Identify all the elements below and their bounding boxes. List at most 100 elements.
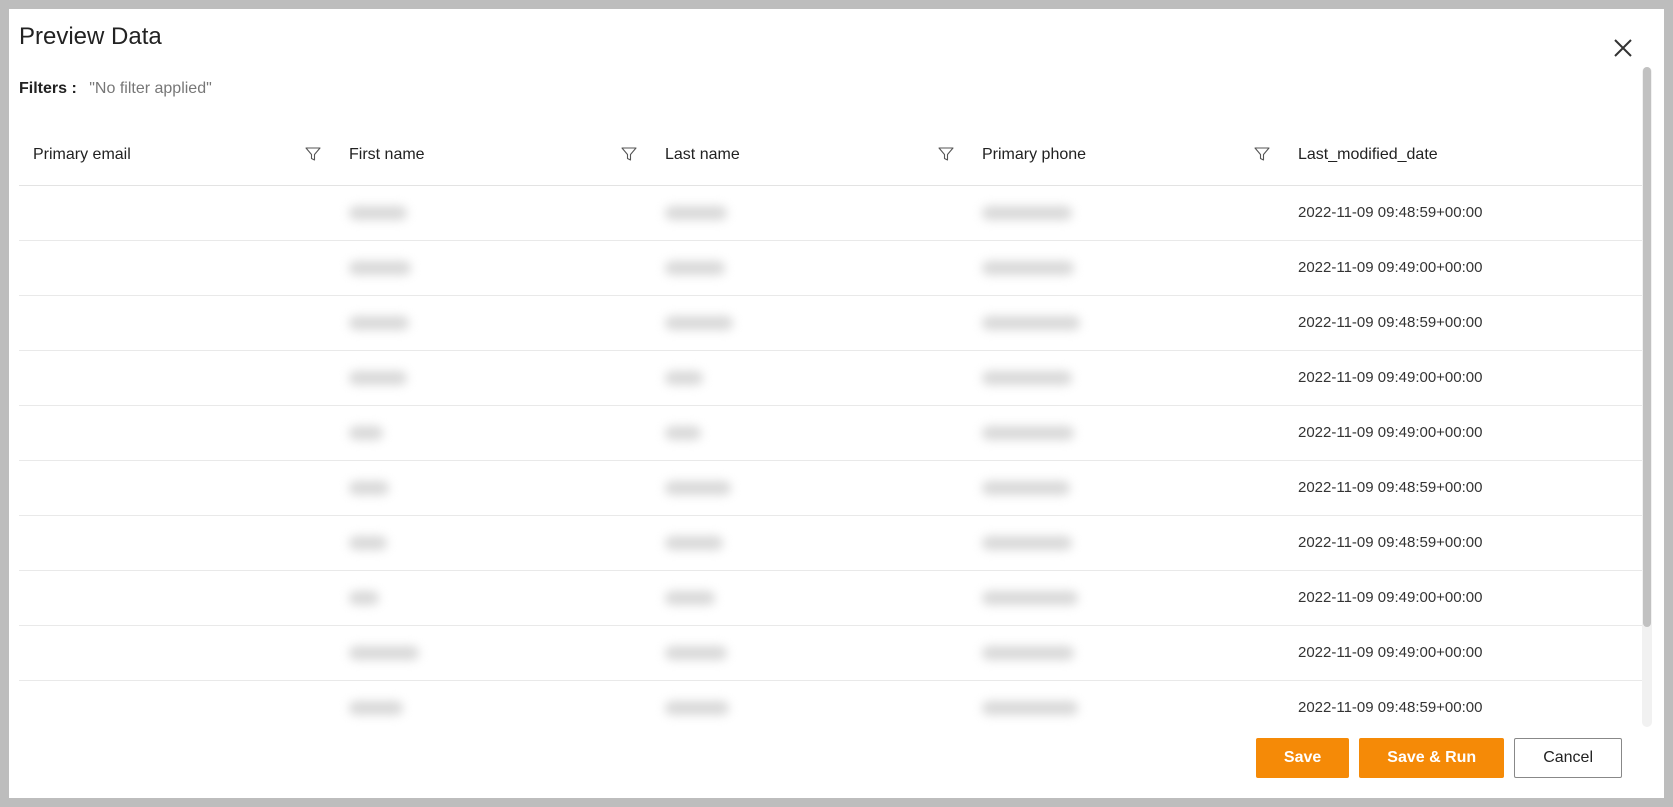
redacted-value <box>349 371 407 386</box>
cancel-button[interactable]: Cancel <box>1514 738 1622 778</box>
column-header-primary-phone[interactable]: Primary phone <box>968 125 1284 186</box>
column-header-label: Primary email <box>33 145 131 163</box>
redacted-value <box>982 481 1070 496</box>
table-row[interactable]: 2022-11-09 09:48:59+00:00 <box>19 680 1648 728</box>
redacted-value <box>665 316 733 331</box>
redacted-value <box>665 261 725 276</box>
redacted-value <box>349 481 389 496</box>
cell-last-name <box>651 240 968 296</box>
cell-primary-phone <box>968 185 1284 241</box>
cell-last-name <box>651 570 968 626</box>
table-row[interactable]: 2022-11-09 09:49:00+00:00 <box>19 405 1648 461</box>
redacted-value <box>349 701 403 716</box>
redacted-value <box>349 316 409 331</box>
redacted-value <box>982 536 1072 551</box>
cell-last-name <box>651 295 968 351</box>
table-row[interactable]: 2022-11-09 09:49:00+00:00 <box>19 625 1648 681</box>
cell-last-modified-date: 2022-11-09 09:48:59+00:00 <box>1284 515 1648 571</box>
cell-first-name <box>335 515 651 571</box>
table-row[interactable]: 2022-11-09 09:49:00+00:00 <box>19 240 1648 296</box>
cell-primary-phone <box>968 570 1284 626</box>
cell-last-name <box>651 350 968 406</box>
cell-last-modified-date: 2022-11-09 09:49:00+00:00 <box>1284 350 1648 406</box>
close-icon[interactable] <box>1612 37 1634 59</box>
table-row[interactable]: 2022-11-09 09:49:00+00:00 <box>19 570 1648 626</box>
filter-icon[interactable] <box>1254 146 1270 162</box>
cell-primary-email <box>19 405 335 461</box>
table-row[interactable]: 2022-11-09 09:48:59+00:00 <box>19 185 1648 241</box>
cell-primary-email <box>19 570 335 626</box>
redacted-value <box>349 591 379 606</box>
preview-table-container: Primary email First name Last name Primary … <box>19 125 1648 728</box>
redacted-value <box>665 371 703 386</box>
column-header-last-modified-date[interactable]: Last_modified_date <box>1284 125 1648 186</box>
cell-last-name <box>651 460 968 516</box>
cell-last-modified-date: 2022-11-09 09:49:00+00:00 <box>1284 405 1648 461</box>
redacted-value <box>349 261 411 276</box>
save-and-run-button[interactable]: Save & Run <box>1359 738 1505 778</box>
redacted-value <box>665 646 727 661</box>
redacted-value <box>665 591 715 606</box>
cell-primary-phone <box>968 350 1284 406</box>
redacted-value <box>982 316 1080 331</box>
table-row[interactable]: 2022-11-09 09:48:59+00:00 <box>19 515 1648 571</box>
cell-primary-phone <box>968 460 1284 516</box>
filters-label: Filters : <box>19 80 77 97</box>
preview-table: Primary email First name Last name Primary … <box>19 125 1648 728</box>
table-row[interactable]: 2022-11-09 09:48:59+00:00 <box>19 295 1648 351</box>
redacted-value <box>665 206 727 221</box>
column-header-label: Primary phone <box>982 145 1087 163</box>
cell-last-modified-date: 2022-11-09 09:49:00+00:00 <box>1284 570 1648 626</box>
redacted-value <box>665 701 729 716</box>
cell-last-modified-date: 2022-11-09 09:48:59+00:00 <box>1284 460 1648 516</box>
cell-last-modified-date: 2022-11-09 09:48:59+00:00 <box>1284 680 1648 728</box>
cell-primary-phone <box>968 515 1284 571</box>
scrollbar-thumb[interactable] <box>1643 67 1651 627</box>
cell-primary-email <box>19 240 335 296</box>
cell-primary-email <box>19 460 335 516</box>
filter-icon[interactable] <box>938 146 954 162</box>
cell-first-name <box>335 350 651 406</box>
table-row[interactable]: 2022-11-09 09:49:00+00:00 <box>19 350 1648 406</box>
cell-last-name <box>651 185 968 241</box>
cell-first-name <box>335 680 651 728</box>
cell-first-name <box>335 570 651 626</box>
redacted-value <box>982 371 1072 386</box>
filter-icon[interactable] <box>305 146 321 162</box>
cell-last-name <box>651 625 968 681</box>
column-header-label: Last_modified_date <box>1298 145 1438 163</box>
cell-last-modified-date: 2022-11-09 09:49:00+00:00 <box>1284 240 1648 296</box>
redacted-value <box>982 261 1074 276</box>
cell-first-name <box>335 240 651 296</box>
filters-summary: Filters : "No filter applied" <box>19 80 212 98</box>
column-header-primary-email[interactable]: Primary email <box>19 125 335 186</box>
dialog-title: Preview Data <box>19 23 162 50</box>
filter-icon[interactable] <box>621 146 637 162</box>
cell-primary-phone <box>968 240 1284 296</box>
column-header-first-name[interactable]: First name <box>335 125 651 186</box>
cell-first-name <box>335 185 651 241</box>
cell-first-name <box>335 295 651 351</box>
cell-primary-email <box>19 680 335 728</box>
save-button[interactable]: Save <box>1255 738 1350 778</box>
cell-first-name <box>335 625 651 681</box>
redacted-value <box>665 426 701 441</box>
cell-primary-phone <box>968 405 1284 461</box>
table-body: 2022-11-09 09:48:59+00:00 2022-11-09 09:4… <box>19 185 1648 728</box>
cell-first-name <box>335 460 651 516</box>
redacted-value <box>349 426 383 441</box>
redacted-value <box>982 701 1078 716</box>
redacted-value <box>349 536 387 551</box>
table-row[interactable]: 2022-11-09 09:48:59+00:00 <box>19 460 1648 516</box>
redacted-value <box>982 646 1074 661</box>
redacted-value <box>982 591 1078 606</box>
redacted-value <box>665 481 731 496</box>
column-header-last-name[interactable]: Last name <box>651 125 968 186</box>
cell-last-modified-date: 2022-11-09 09:49:00+00:00 <box>1284 625 1648 681</box>
vertical-scrollbar[interactable] <box>1642 67 1652 727</box>
cell-last-name <box>651 680 968 728</box>
cell-first-name <box>335 405 651 461</box>
redacted-value <box>665 536 723 551</box>
cell-primary-phone <box>968 625 1284 681</box>
preview-data-dialog: Preview Data Filters : "No filter applie… <box>9 9 1664 798</box>
